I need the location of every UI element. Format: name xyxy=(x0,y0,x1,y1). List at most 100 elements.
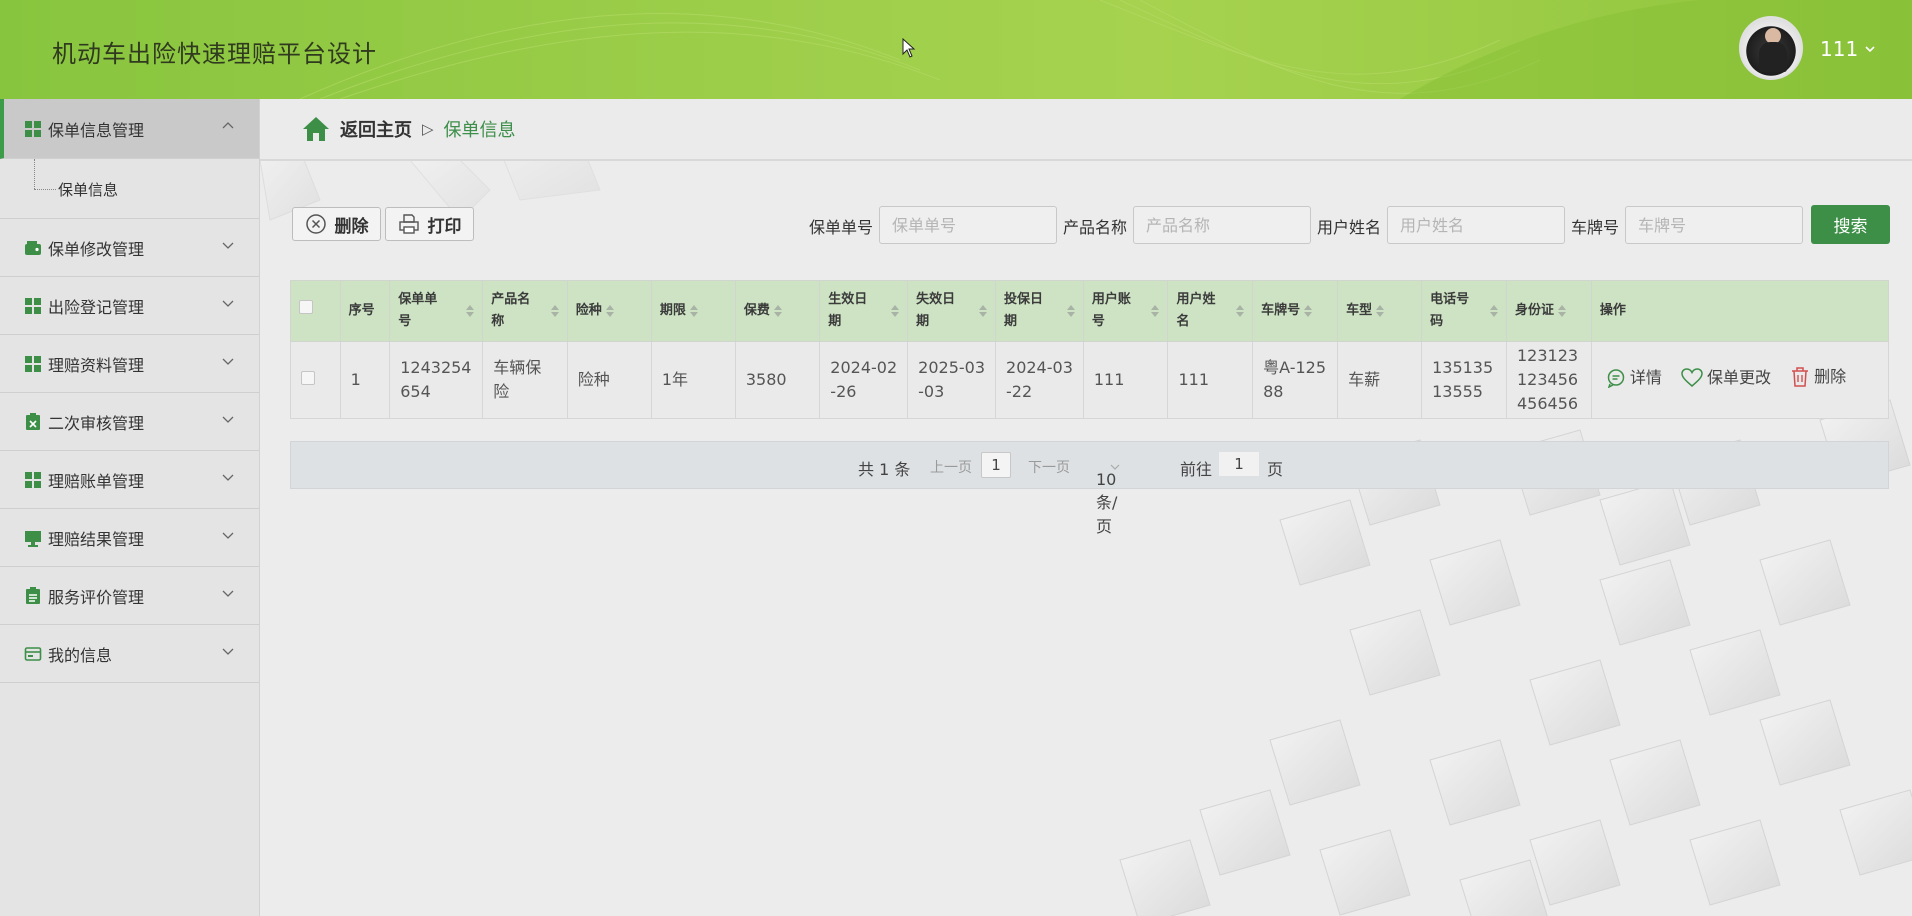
user-name-label: 用户姓名 xyxy=(1317,218,1382,237)
print-button[interactable]: 打印 xyxy=(385,207,474,241)
column-header[interactable]: 险种 xyxy=(566,280,652,342)
chevron-down-icon xyxy=(1865,46,1875,53)
user-menu[interactable]: 111 xyxy=(1820,37,1876,61)
sidebar-item-claim-bills[interactable]: 理赔账单管理 xyxy=(0,451,259,509)
row-checkbox[interactable] xyxy=(301,371,315,385)
policy-no-input[interactable] xyxy=(879,206,1057,244)
sort-icon[interactable] xyxy=(773,305,782,317)
delete-button[interactable]: 删除 xyxy=(292,207,381,241)
user-name-input[interactable] xyxy=(1387,206,1565,244)
column-header[interactable]: 用户账 号 xyxy=(1082,280,1169,342)
sidebar-subitem-policy-info[interactable]: 保单信息 xyxy=(0,159,259,219)
sort-icon[interactable] xyxy=(1151,305,1160,317)
monitor-icon xyxy=(24,529,42,547)
column-header[interactable]: 车牌号 xyxy=(1252,280,1339,342)
goto-page-input[interactable]: 1 xyxy=(1219,452,1259,476)
grid-icon xyxy=(24,297,42,315)
sidebar-subitem-label: 保单信息 xyxy=(58,181,119,199)
sort-icon[interactable] xyxy=(1236,305,1245,317)
table-cell: 1 xyxy=(339,341,391,419)
chevron-down-icon xyxy=(222,590,234,597)
column-header[interactable]: 生效日 期 xyxy=(819,280,909,342)
sort-icon[interactable] xyxy=(1558,305,1567,317)
row-select-cell xyxy=(290,341,341,419)
print-button-label: 打印 xyxy=(427,216,462,237)
column-header[interactable]: 期限 xyxy=(650,280,736,342)
sidebar-item-label: 保单信息管理 xyxy=(48,120,145,140)
column-header[interactable]: 产品名 称 xyxy=(482,280,568,342)
column-header[interactable]: 保单单 号 xyxy=(389,280,484,342)
search-button[interactable]: 搜索 xyxy=(1811,205,1890,244)
sidebar-item-label: 理赔结果管理 xyxy=(48,529,145,549)
sort-icon[interactable] xyxy=(1304,305,1313,317)
sort-icon[interactable] xyxy=(550,305,559,317)
column-header[interactable]: 车型 xyxy=(1337,280,1423,342)
chevron-down-icon xyxy=(222,242,234,249)
avatar[interactable] xyxy=(1739,16,1803,80)
content-background xyxy=(260,160,1912,916)
sidebar-item-label: 理赔资料管理 xyxy=(48,355,145,375)
table-cell: 2025-03 -03 xyxy=(907,341,997,419)
sidebar-item-incident-register[interactable]: 出险登记管理 xyxy=(0,277,259,335)
chevron-down-icon xyxy=(222,300,234,307)
chevron-up-icon xyxy=(222,122,234,129)
table-cell: 3580 xyxy=(734,341,821,419)
clipboard-icon xyxy=(24,586,42,605)
prev-page-button[interactable]: 上一页 xyxy=(930,457,972,477)
chevron-down-icon xyxy=(222,648,234,655)
sidebar-item-secondary-review[interactable]: 二次审核管理 xyxy=(0,393,259,451)
sort-icon[interactable] xyxy=(1066,305,1075,317)
page-size-select[interactable]: 10条/页 xyxy=(1096,456,1120,536)
sort-icon[interactable] xyxy=(891,305,900,317)
column-header[interactable]: 投保日 期 xyxy=(995,280,1084,342)
table-cell: 111 xyxy=(1082,341,1169,419)
sidebar-item-policy-info[interactable]: 保单信息管理 xyxy=(0,99,259,159)
sidebar-item-label: 保单修改管理 xyxy=(48,239,145,259)
sidebar-item-my-info[interactable]: 我的信息 xyxy=(0,625,259,683)
table-cell: 111 xyxy=(1167,341,1254,419)
select-all-cell xyxy=(290,280,341,342)
trash-icon xyxy=(1792,367,1809,387)
column-header[interactable]: 身份证 xyxy=(1506,280,1592,342)
current-page[interactable]: 1 xyxy=(981,452,1011,478)
sort-icon[interactable] xyxy=(466,305,475,317)
pagination: 共 1 条 上一页 1 下一页 10条/页 前往 1 页 xyxy=(290,441,1889,536)
column-header[interactable]: 用户姓 名 xyxy=(1167,280,1254,342)
chevron-down-icon xyxy=(222,358,234,365)
breadcrumb-home-link[interactable]: 返回主页 xyxy=(340,116,412,142)
select-all-checkbox[interactable] xyxy=(299,300,313,314)
product-name-label: 产品名称 xyxy=(1063,218,1128,237)
column-header[interactable]: 失效日 期 xyxy=(907,280,997,342)
table-row[interactable]: 1 1243254 654 车辆保险 险种 1年 3580 2024-02 -2… xyxy=(290,341,1890,419)
table-header-row: 序号 保单单 号 产品名 称 险种 期限 保费 生效日 期 失效日 期 投保日 … xyxy=(290,280,1890,342)
grid-icon xyxy=(24,471,42,489)
app-title: 机动车出险快速理赔平台设计 xyxy=(52,40,377,68)
modify-policy-action[interactable]: 保单更改 xyxy=(1681,366,1771,390)
sort-icon[interactable] xyxy=(1376,305,1385,317)
sort-icon[interactable] xyxy=(605,305,614,317)
chat-detail-icon xyxy=(1607,369,1625,388)
sort-icon[interactable] xyxy=(1490,305,1498,317)
sidebar-item-claim-results[interactable]: 理赔结果管理 xyxy=(0,509,259,567)
sidebar-item-label: 服务评价管理 xyxy=(48,587,145,607)
plate-no-input[interactable] xyxy=(1625,206,1803,244)
sidebar-item-service-review[interactable]: 服务评价管理 xyxy=(0,567,259,625)
printer-icon xyxy=(398,214,419,234)
table-cell: 粤A-125 88 xyxy=(1252,341,1339,419)
sidebar-item-label: 理赔账单管理 xyxy=(48,471,145,491)
sort-icon[interactable] xyxy=(689,305,698,317)
next-page-button[interactable]: 下一页 xyxy=(1028,457,1070,477)
sort-icon[interactable] xyxy=(979,305,988,317)
home-icon[interactable] xyxy=(302,116,330,142)
sidebar-item-policy-modify[interactable]: 保单修改管理 xyxy=(0,219,259,277)
plate-no-label: 车牌号 xyxy=(1571,218,1620,237)
detail-action[interactable]: 详情 xyxy=(1606,366,1662,390)
sidebar-item-claim-materials[interactable]: 理赔资料管理 xyxy=(0,335,259,393)
product-name-input[interactable] xyxy=(1133,206,1311,244)
delete-row-action[interactable]: 删除 xyxy=(1790,365,1846,389)
chevron-down-icon xyxy=(222,474,234,481)
tile-pattern-decoration xyxy=(260,160,1912,916)
column-header[interactable]: 电话号 码 xyxy=(1421,280,1507,342)
sidebar-item-label: 二次审核管理 xyxy=(48,413,145,433)
column-header[interactable]: 保费 xyxy=(734,280,821,342)
